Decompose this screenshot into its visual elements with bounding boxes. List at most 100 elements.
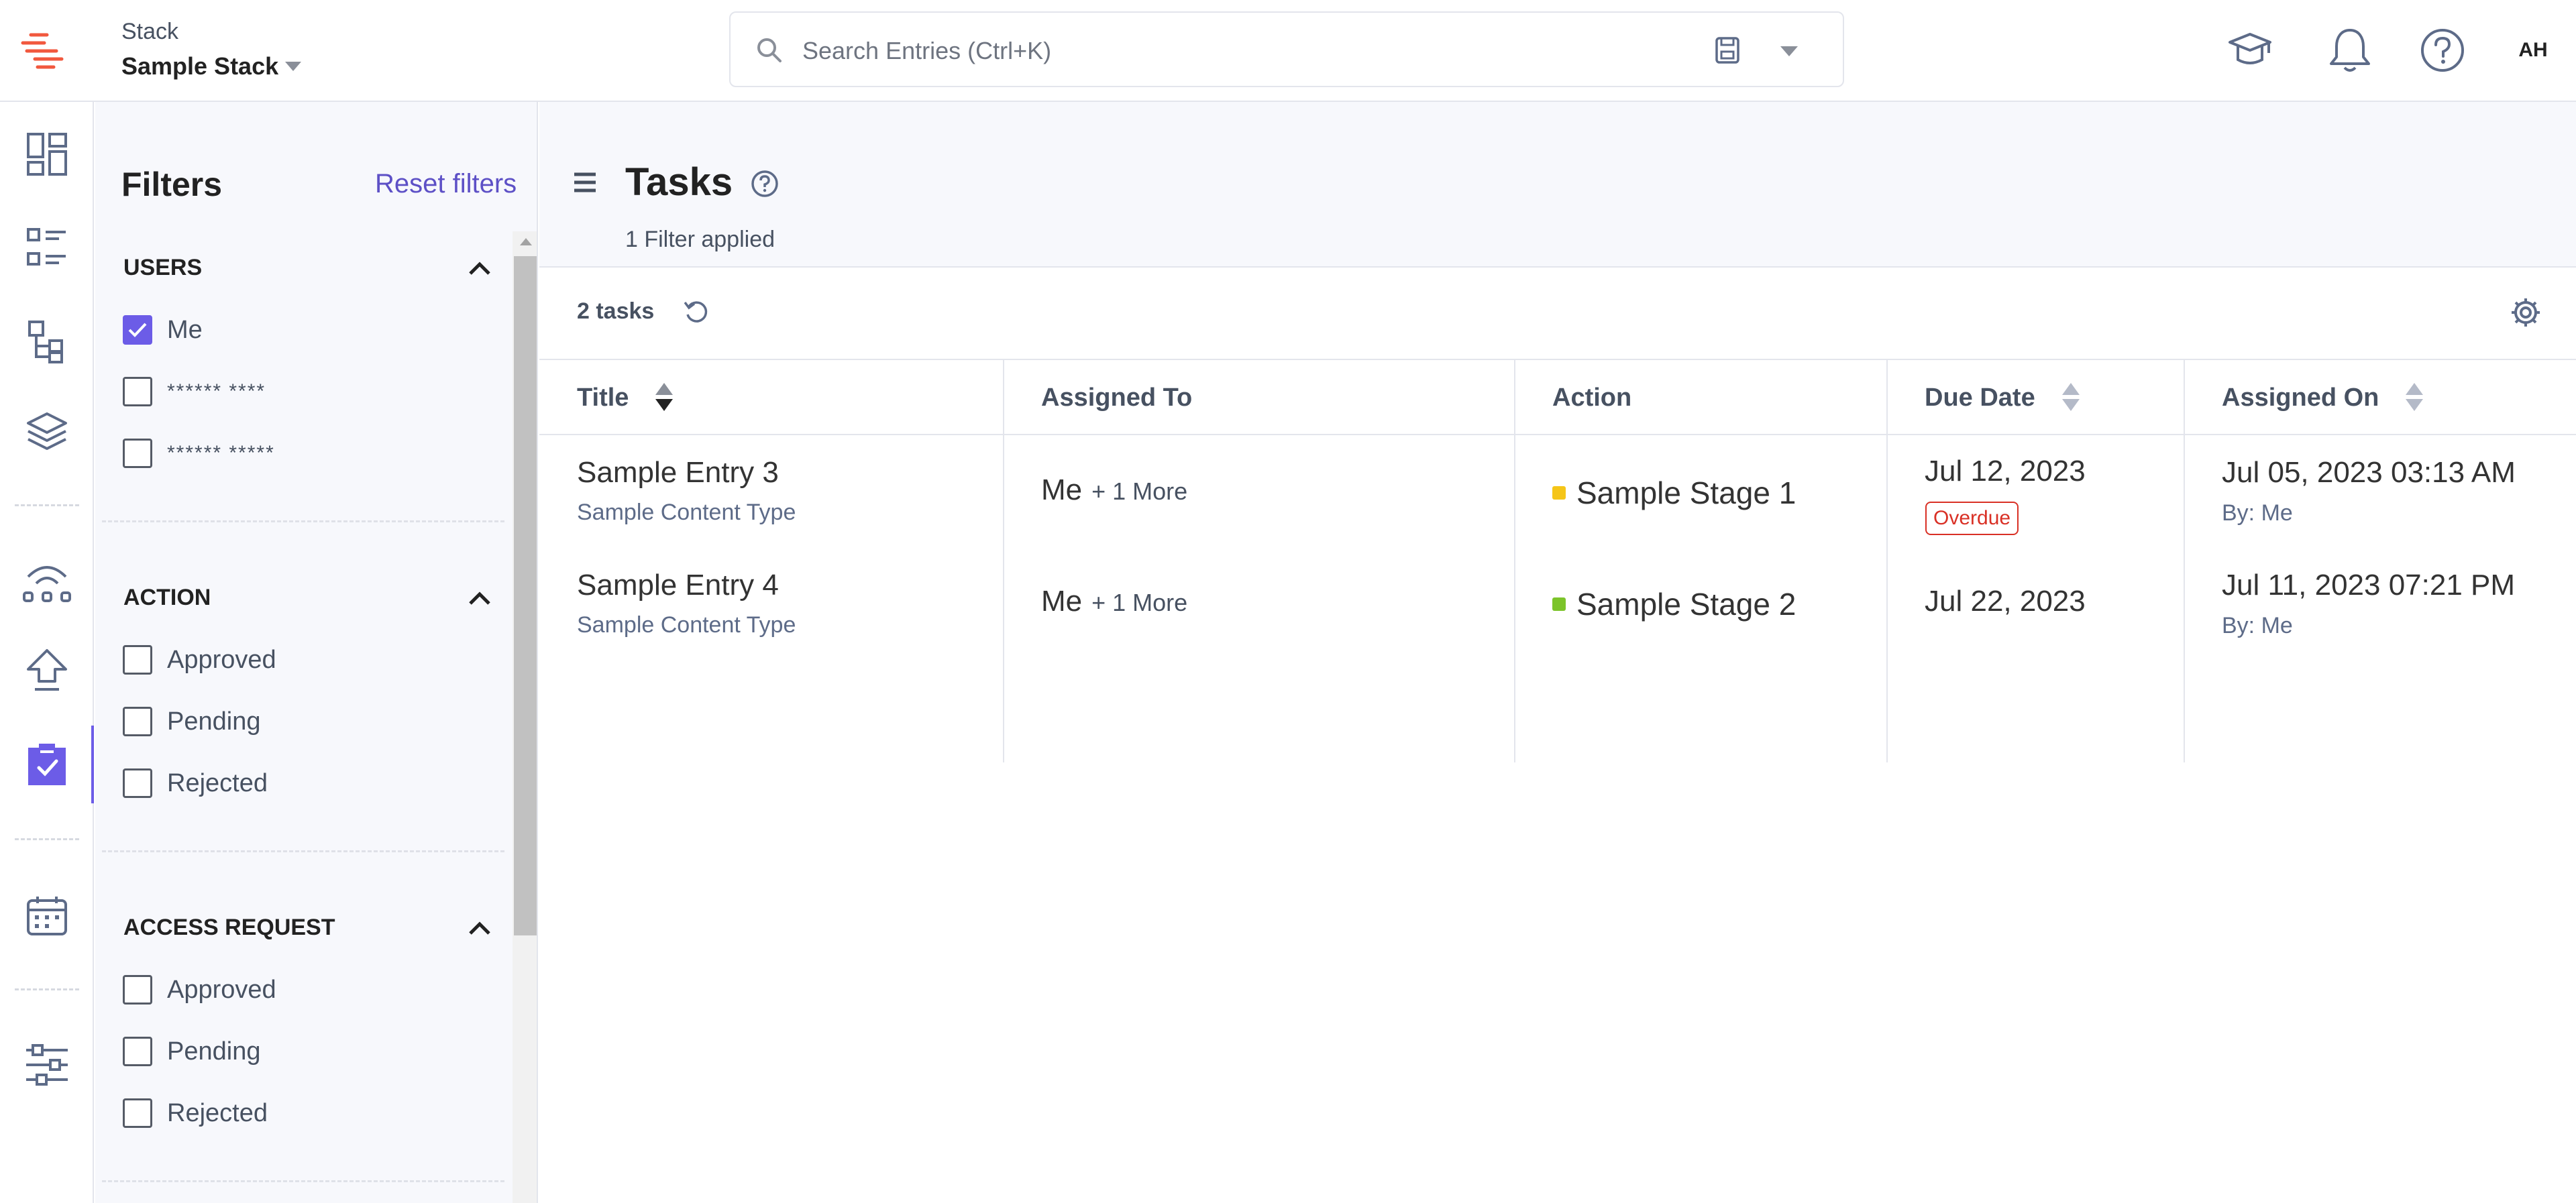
nav-divider <box>15 504 79 506</box>
filter-label: Approved <box>167 975 276 1004</box>
entries-icon[interactable] <box>15 216 79 280</box>
filter-label: Me <box>167 315 203 344</box>
nav-divider <box>15 988 79 990</box>
contentstack-logo[interactable] <box>17 27 66 75</box>
filter-label: ****** ***** <box>167 442 275 464</box>
gear-icon[interactable] <box>2509 296 2542 329</box>
chevron-up-icon[interactable] <box>466 587 493 608</box>
scroll-thumb[interactable] <box>514 256 537 935</box>
tasks-toolbar: 2 tasks <box>539 268 2576 360</box>
task-count: 2 tasks <box>577 298 655 324</box>
filter-action-pending[interactable]: Pending <box>123 707 260 736</box>
stage-color-dot <box>1552 486 1566 500</box>
column-label: Due Date <box>1925 383 2035 412</box>
chevron-down-icon <box>285 62 302 71</box>
table-header: Title Assigned To Action Due Date Assign… <box>539 360 2576 435</box>
reset-filters-link[interactable]: Reset filters <box>375 169 517 199</box>
section-divider <box>102 1180 504 1182</box>
filter-access-rejected[interactable]: Rejected <box>123 1098 268 1128</box>
checkbox[interactable] <box>123 707 152 736</box>
assigned-by: By: Me <box>2222 613 2293 638</box>
filter-applied-text: 1 Filter applied <box>625 227 775 252</box>
filter-user-me[interactable]: Me <box>123 315 203 345</box>
more-assignees[interactable]: + 1 More <box>1091 589 1187 616</box>
stage-label: Sample Stage 1 <box>1576 475 1796 510</box>
left-nav <box>0 102 94 1203</box>
academy-icon[interactable] <box>2220 20 2280 80</box>
checkbox[interactable] <box>123 645 152 675</box>
chevron-up-icon[interactable] <box>466 257 493 278</box>
filter-user-3[interactable]: ****** ***** <box>123 439 275 468</box>
content-type: Sample Content Type <box>577 500 796 525</box>
filter-user-2[interactable]: ****** **** <box>123 377 266 406</box>
help-icon[interactable] <box>750 169 780 198</box>
workflow-stage: Sample Stage 2 <box>1552 586 1796 622</box>
checkbox[interactable] <box>123 1037 152 1066</box>
releases-icon[interactable] <box>15 550 79 614</box>
saved-searches-icon[interactable] <box>1714 36 1741 65</box>
column-label: Assigned To <box>1041 383 1193 412</box>
due-date: Jul 22, 2023 <box>1925 585 2086 618</box>
filter-label: Pending <box>167 707 261 736</box>
due-date: Jul 12, 2023 <box>1925 455 2086 488</box>
calendar-icon[interactable] <box>15 883 79 948</box>
refresh-icon[interactable] <box>682 298 709 325</box>
hamburger-icon[interactable] <box>572 169 598 196</box>
filter-access-approved[interactable]: Approved <box>123 975 276 1005</box>
column-divider <box>1003 360 1004 762</box>
entry-title[interactable]: Sample Entry 3 <box>577 456 779 490</box>
column-divider <box>1514 360 1515 762</box>
entry-title[interactable]: Sample Entry 4 <box>577 569 779 602</box>
workflow-stage: Sample Stage 1 <box>1552 475 1796 511</box>
checkbox[interactable] <box>123 439 152 468</box>
checkbox[interactable] <box>123 768 152 798</box>
sort-icon[interactable] <box>655 383 674 412</box>
search-input[interactable]: Search Entries (Ctrl+K) <box>802 37 1051 65</box>
search-icon <box>757 38 782 62</box>
filter-label: ****** **** <box>167 380 266 402</box>
filters-scrollbar[interactable] <box>513 231 537 1203</box>
column-assigned-on[interactable]: Assigned On <box>2222 360 2424 435</box>
assignee: Me <box>1041 585 1083 618</box>
avatar[interactable]: AH <box>2503 20 2563 80</box>
chevron-up-icon[interactable] <box>466 917 493 937</box>
content-models-icon[interactable] <box>15 310 79 374</box>
dashboard-icon[interactable] <box>15 122 79 186</box>
page-title: Tasks <box>625 160 733 204</box>
filter-label: Pending <box>167 1037 261 1066</box>
filter-action-rejected[interactable]: Rejected <box>123 768 268 798</box>
stack-name: Sample Stack <box>121 52 279 80</box>
nav-divider <box>15 838 79 840</box>
assignee: Me <box>1041 473 1083 506</box>
workflow-tasks-icon[interactable] <box>15 732 79 797</box>
top-bar: Stack Sample Stack Search Entries (Ctrl+… <box>0 0 2576 102</box>
stage-label: Sample Stage 2 <box>1576 587 1796 622</box>
section-divider <box>102 850 504 852</box>
assets-icon[interactable] <box>15 400 79 465</box>
sort-icon[interactable] <box>2406 383 2424 412</box>
checkbox[interactable] <box>123 1098 152 1128</box>
bell-icon[interactable] <box>2320 20 2380 80</box>
sort-icon[interactable] <box>2061 383 2080 412</box>
scroll-up-arrow[interactable] <box>520 238 532 245</box>
filter-action-approved[interactable]: Approved <box>123 645 276 675</box>
checkbox-checked[interactable] <box>123 315 152 345</box>
column-divider <box>2184 360 2185 762</box>
stage-color-dot <box>1552 597 1566 611</box>
search-bar[interactable]: Search Entries (Ctrl+K) <box>729 11 1844 87</box>
column-action: Action <box>1552 360 1631 435</box>
assigned-to: Me + 1 More <box>1041 585 1187 618</box>
assigned-on: Jul 05, 2023 03:13 AM <box>2222 456 2516 489</box>
filters-title: Filters <box>121 166 223 203</box>
column-due-date[interactable]: Due Date <box>1925 360 2080 435</box>
search-dropdown-icon[interactable] <box>1780 46 1798 56</box>
checkbox[interactable] <box>123 975 152 1005</box>
filter-access-pending[interactable]: Pending <box>123 1037 260 1066</box>
checkbox[interactable] <box>123 377 152 406</box>
stack-switcher[interactable]: Sample Stack <box>121 52 302 80</box>
deploy-icon[interactable] <box>15 638 79 703</box>
help-icon[interactable] <box>2412 20 2473 80</box>
more-assignees[interactable]: + 1 More <box>1091 477 1187 505</box>
settings-sliders-icon[interactable] <box>15 1033 79 1097</box>
column-title[interactable]: Title <box>577 360 674 435</box>
